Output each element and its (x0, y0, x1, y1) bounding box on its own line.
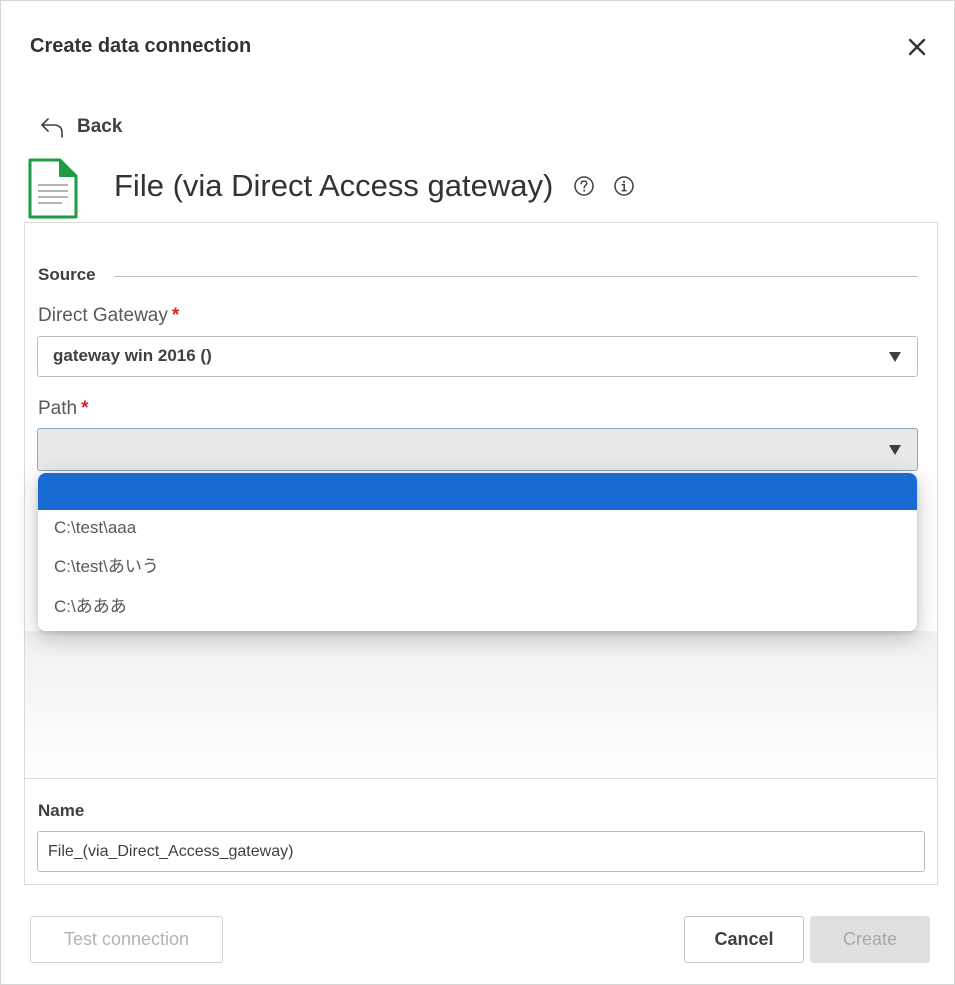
close-icon (908, 38, 926, 56)
path-select[interactable] (37, 428, 918, 471)
direct-gateway-label: Direct Gateway * (38, 305, 179, 327)
back-arrow-icon (41, 118, 63, 138)
path-option[interactable]: C:\test\aaa (38, 509, 917, 547)
info-circle-icon[interactable] (613, 175, 635, 197)
required-asterisk: * (171, 305, 180, 326)
path-option-empty[interactable] (38, 473, 917, 510)
connection-name-input[interactable] (37, 831, 925, 872)
connector-title: File (via Direct Access gateway) (114, 168, 554, 203)
path-dropdown-list: C:\test\aaa C:\test\あいう C:\あああ (38, 473, 917, 631)
chevron-down-icon (889, 445, 901, 455)
direct-gateway-label-text: Direct Gateway (38, 305, 168, 326)
dialog-title: Create data connection (30, 35, 252, 57)
back-label: Back (77, 116, 123, 137)
path-option[interactable]: C:\test\あいう (38, 548, 917, 586)
direct-gateway-value: gateway win 2016 () (53, 346, 212, 365)
back-button[interactable]: Back (39, 113, 122, 141)
chevron-down-icon (889, 352, 901, 362)
create-button[interactable]: Create (810, 916, 930, 963)
test-connection-button[interactable]: Test connection (30, 916, 223, 963)
section-divider (114, 276, 918, 277)
file-document-icon (28, 158, 78, 219)
dropdown-backdrop-shadow (25, 631, 937, 778)
cancel-button[interactable]: Cancel (684, 916, 804, 963)
path-label: Path * (38, 398, 89, 420)
close-button[interactable] (901, 31, 933, 63)
required-asterisk: * (81, 398, 89, 419)
path-label-text: Path (38, 398, 78, 419)
create-data-connection-dialog: Create data connection Back File (via Di… (0, 0, 955, 985)
help-circle-icon[interactable] (573, 175, 595, 197)
name-label: Name (38, 801, 85, 820)
path-option[interactable]: C:\あああ (38, 588, 917, 626)
source-section-label: Source (38, 265, 96, 284)
direct-gateway-select[interactable]: gateway win 2016 () (37, 336, 918, 377)
panel-divider (24, 778, 938, 779)
